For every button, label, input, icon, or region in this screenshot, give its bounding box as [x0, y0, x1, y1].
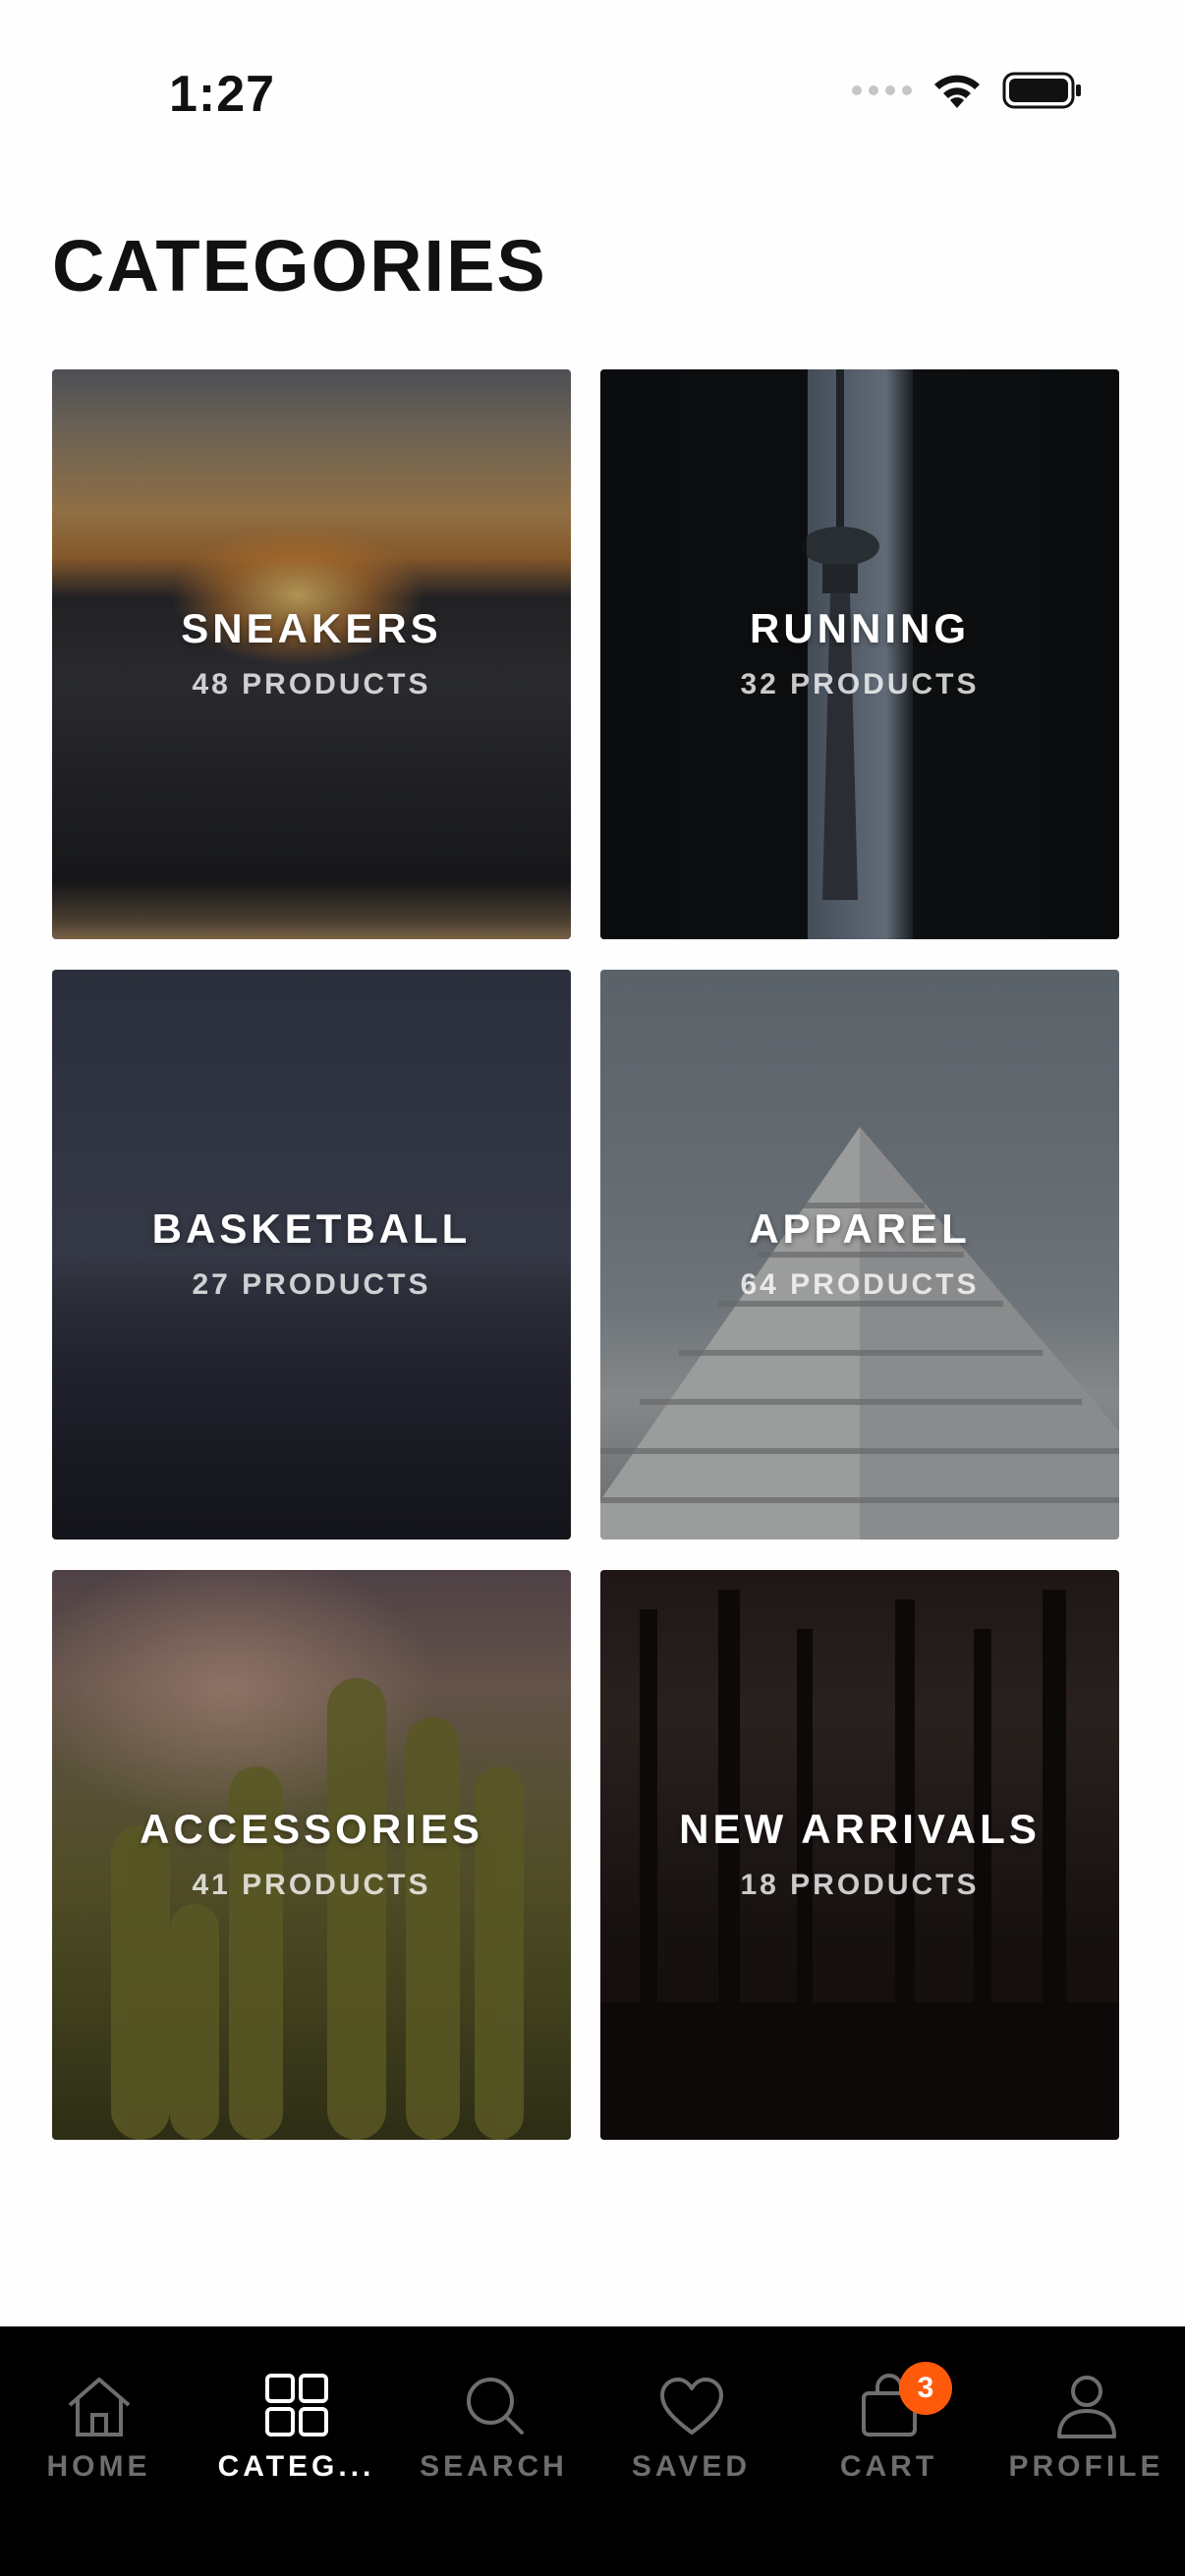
- category-name: APPAREL: [749, 1205, 971, 1252]
- tab-label: CATEG...: [217, 2450, 375, 2483]
- category-card-basketball[interactable]: BASKETBALL 27 PRODUCTS: [52, 970, 571, 1540]
- category-card-accessories[interactable]: ACCESSORIES 41 PRODUCTS: [52, 1570, 571, 2140]
- grid-icon: [264, 2374, 328, 2436]
- cellular-signal-icon: [852, 85, 912, 95]
- status-icons: [852, 71, 1083, 110]
- heart-icon: [659, 2378, 723, 2435]
- tab-label: PROFILE: [1008, 2450, 1164, 2483]
- category-count: 18 PRODUCTS: [740, 1869, 980, 1901]
- home-icon: [68, 2378, 130, 2436]
- tab-label: CART: [839, 2450, 938, 2483]
- categories-grid: SNEAKERS 48 PRODUCTS RUNNING 32 PRODUCTS: [52, 369, 1119, 2140]
- tab-home[interactable]: HOME: [0, 2326, 198, 2576]
- category-count: 64 PRODUCTS: [740, 1268, 980, 1301]
- tab-search[interactable]: SEARCH: [395, 2326, 592, 2576]
- category-card-apparel[interactable]: APPAREL 64 PRODUCTS: [600, 970, 1119, 1540]
- battery-icon: [1002, 72, 1081, 109]
- page-title: CATEGORIES: [52, 225, 547, 307]
- tab-cart[interactable]: 3 CART: [790, 2326, 988, 2576]
- cart-badge: 3: [899, 2362, 952, 2415]
- category-name: RUNNING: [750, 605, 970, 651]
- category-name: BASKETBALL: [151, 1205, 472, 1252]
- tab-label: HOME: [46, 2450, 151, 2483]
- category-card-sneakers[interactable]: SNEAKERS 48 PRODUCTS: [52, 369, 571, 939]
- tab-saved[interactable]: SAVED: [592, 2326, 790, 2576]
- status-time: 1:27: [169, 66, 276, 123]
- category-count: 32 PRODUCTS: [740, 668, 980, 700]
- category-count: 48 PRODUCTS: [192, 668, 431, 700]
- bottom-tab-bar: HOME CATEG... SEARCH SAVED 3 CART PROFIL…: [0, 2326, 1185, 2576]
- category-count: 27 PRODUCTS: [192, 1268, 431, 1301]
- category-card-running[interactable]: RUNNING 32 PRODUCTS: [600, 369, 1119, 939]
- categories-screen: 1:27 CATEGORIES SNEAKERS 48 PRODUCTS RUN…: [0, 0, 1185, 2576]
- search-icon: [466, 2378, 524, 2435]
- tab-profile[interactable]: PROFILE: [988, 2326, 1185, 2576]
- category-count: 41 PRODUCTS: [192, 1869, 431, 1901]
- tab-label: SEARCH: [420, 2450, 568, 2483]
- category-card-new-arrivals[interactable]: NEW ARRIVALS 18 PRODUCTS: [600, 1570, 1119, 2140]
- tab-categories[interactable]: CATEG...: [198, 2326, 395, 2576]
- category-name: ACCESSORIES: [140, 1806, 483, 1852]
- tab-label: SAVED: [631, 2450, 752, 2483]
- wifi-icon: [934, 75, 980, 108]
- category-name: NEW ARRIVALS: [679, 1806, 1041, 1852]
- person-icon: [1056, 2376, 1116, 2438]
- category-name: SNEAKERS: [181, 605, 442, 651]
